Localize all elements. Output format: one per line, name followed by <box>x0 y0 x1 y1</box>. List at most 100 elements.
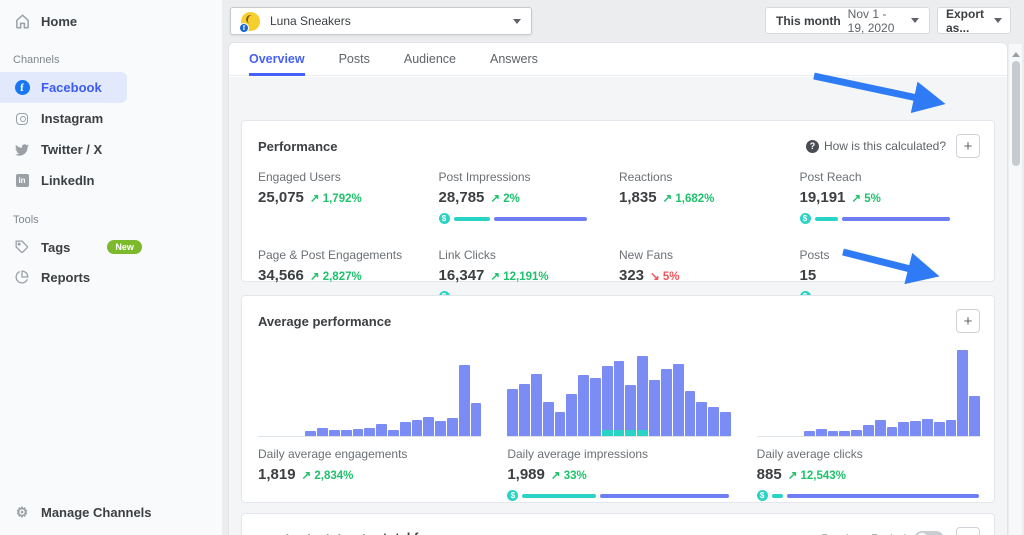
chart-bar <box>816 429 827 436</box>
export-as-label: Export as... <box>946 7 988 35</box>
chart-bar <box>555 412 566 436</box>
metric-link-clicks: Link Clicks 16,347 ↗ 12,191% $ <box>439 248 620 302</box>
metric-reactions: Reactions 1,835 ↗ 1,682% <box>619 170 800 224</box>
chart-bar <box>969 396 980 436</box>
previous-period-toggle[interactable] <box>914 531 944 535</box>
chart-bar <box>673 364 684 436</box>
date-range-preset: This month <box>776 14 841 28</box>
chart-bar-paid-segment <box>602 430 613 436</box>
metrics-insights-selection: total fans <box>383 530 441 535</box>
date-range-value: Nov 1 - 19, 2020 <box>848 7 904 35</box>
organic-segment <box>600 494 730 498</box>
chart-bar <box>400 422 411 436</box>
metric-post-impressions: Post Impressions 28,785 ↗ 2% $ <box>439 170 620 224</box>
sidebar-item-instagram[interactable]: Instagram <box>0 103 127 134</box>
sidebar-item-reports[interactable]: Reports <box>0 262 222 292</box>
chart-bar <box>364 428 375 436</box>
date-range-dropdown[interactable]: This month Nov 1 - 19, 2020 <box>765 7 930 34</box>
chart-bar <box>922 419 933 436</box>
chart-bar <box>341 430 352 436</box>
performance-card: Performance ? How is this calculated? + … <box>241 120 995 282</box>
sidebar-item-tags[interactable]: Tags New <box>0 232 222 262</box>
tab-overview[interactable]: Overview <box>249 43 305 76</box>
metric-posts: Posts 15 $ <box>800 248 981 302</box>
organic-segment <box>787 494 979 498</box>
metric-post-reach: Post Reach 19,191 ↗ 5% $ <box>800 170 981 224</box>
gear-icon: ⚙ <box>14 504 30 520</box>
export-as-button[interactable]: Export as... <box>937 7 1011 34</box>
sidebar-item-home[interactable]: Home <box>0 6 222 36</box>
scroll-up-icon[interactable] <box>1012 52 1020 57</box>
chart-bar <box>566 394 577 436</box>
sidebar-section-tools: Tools <box>0 196 222 232</box>
chart-bar-paid-segment <box>625 430 636 436</box>
sidebar-item-label: Reports <box>41 270 90 285</box>
vertical-scrollbar[interactable] <box>1009 44 1022 535</box>
paid-organic-bar: $ <box>800 213 950 224</box>
chart-bar <box>875 420 886 436</box>
chart-bar <box>459 365 470 436</box>
manage-channels-button[interactable]: ⚙ Manage Channels <box>0 497 222 527</box>
chart-bar <box>423 417 434 436</box>
trend-up-value: ↗ 2,834% <box>302 468 354 482</box>
chart-bar <box>839 431 850 436</box>
chart-bar <box>910 421 921 436</box>
coin-icon: $ <box>439 213 450 224</box>
chart-bar <box>388 430 399 436</box>
chart-bar <box>531 374 542 436</box>
chart-bar <box>435 421 446 436</box>
metrics-insights-card: Metrics insights for total fans Previous… <box>241 513 995 535</box>
performance-title: Performance <box>258 139 806 154</box>
home-icon <box>14 13 30 29</box>
sidebar-item-label: Twitter / X <box>41 142 102 157</box>
daily-engagements-chart <box>258 345 481 437</box>
chart-bar <box>898 422 909 436</box>
account-selector-dropdown[interactable]: f Luna Sneakers <box>230 7 532 35</box>
chart-bar <box>625 385 636 436</box>
scrollbar-thumb[interactable] <box>1012 61 1020 166</box>
daily-clicks-chart <box>757 345 980 437</box>
add-metric-button[interactable]: + <box>956 134 980 158</box>
paid-organic-bar: $ <box>439 213 589 224</box>
tab-answers[interactable]: Answers <box>490 43 538 76</box>
add-metric-button[interactable]: + <box>956 309 980 333</box>
metrics-insights-title: Metrics insights for <box>258 532 378 535</box>
sidebar-item-facebook[interactable]: f Facebook <box>0 72 127 103</box>
sidebar-item-twitter[interactable]: Twitter / X <box>0 134 127 165</box>
paid-segment <box>815 217 838 221</box>
chevron-down-icon <box>911 18 919 23</box>
chart-bar <box>685 391 696 436</box>
chart-bar <box>447 418 458 436</box>
linkedin-icon: in <box>14 173 30 189</box>
manage-channels-label: Manage Channels <box>41 505 152 520</box>
chart-bar <box>471 403 482 436</box>
chart-bar <box>329 430 340 436</box>
sidebar-item-label: Home <box>41 14 77 29</box>
avg-impressions-column: Daily average impressions 1,989 ↗ 33% $ <box>507 345 730 501</box>
report-tabs: Overview Posts Audience Answers <box>229 43 1007 76</box>
chart-bar <box>317 428 328 436</box>
chart-bar <box>828 431 839 436</box>
sidebar-item-label: LinkedIn <box>41 173 94 188</box>
coin-icon: $ <box>757 490 768 501</box>
how-calculated-link[interactable]: ? How is this calculated? <box>806 139 946 153</box>
trend-up-value: ↗ 33% <box>551 468 587 482</box>
sidebar: Home Channels f Facebook Instagram Twitt… <box>0 0 222 535</box>
tab-posts[interactable]: Posts <box>339 43 370 76</box>
metrics-insights-dropdown[interactable]: Metrics insights for total fans <box>258 530 821 535</box>
chart-bar <box>957 350 968 436</box>
chart-bar <box>543 402 554 436</box>
average-performance-card: Average performance + Daily average enga… <box>241 295 995 503</box>
chevron-down-icon <box>513 19 521 24</box>
trend-up-value: ↗ 1,792% <box>310 191 362 205</box>
paid-segment <box>772 494 783 498</box>
sidebar-item-linkedin[interactable]: in LinkedIn <box>0 165 127 196</box>
organic-segment <box>494 217 587 221</box>
sidebar-item-label: Tags <box>41 240 70 255</box>
facebook-badge-icon: f <box>239 23 249 33</box>
chart-bar <box>851 430 862 436</box>
add-metric-button[interactable]: + <box>956 527 980 535</box>
instagram-icon <box>14 111 30 127</box>
tab-audience[interactable]: Audience <box>404 43 456 76</box>
chart-bar <box>720 412 731 436</box>
